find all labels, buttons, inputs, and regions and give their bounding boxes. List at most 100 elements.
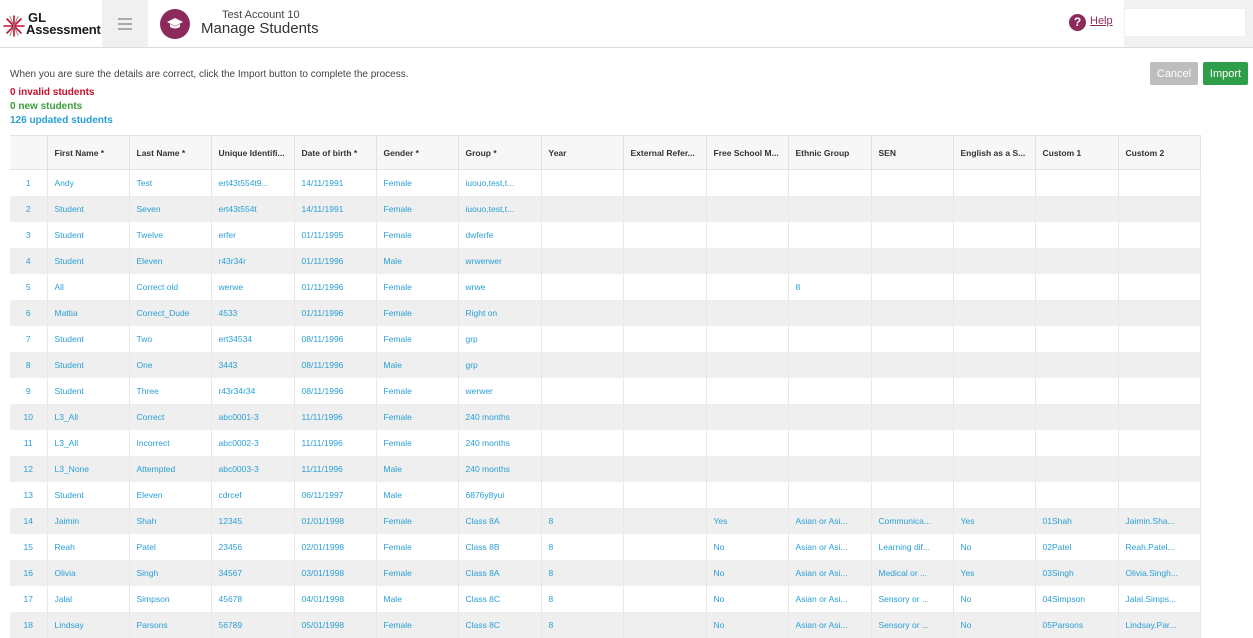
column-header[interactable]: Group * — [458, 135, 542, 170]
column-header[interactable]: Unique Identifi... — [211, 135, 295, 170]
table-cell[interactable]: 06/11/1997 — [294, 481, 377, 508]
table-cell[interactable]: Female — [376, 403, 459, 430]
table-cell[interactable]: 05Parsons — [1035, 611, 1119, 638]
table-cell[interactable]: Olivia.Singh... — [1118, 559, 1201, 586]
table-cell[interactable]: Female — [376, 221, 459, 248]
table-cell[interactable]: Male — [376, 481, 459, 508]
table-cell[interactable]: 01/11/1996 — [294, 273, 377, 300]
table-cell[interactable] — [706, 351, 789, 378]
table-cell[interactable]: Student — [47, 195, 130, 222]
table-cell[interactable] — [623, 611, 707, 638]
table-cell[interactable]: cdrcef — [211, 481, 295, 508]
table-cell[interactable]: Female — [376, 195, 459, 222]
table-cell[interactable] — [788, 247, 872, 274]
table-cell[interactable] — [788, 221, 872, 248]
table-cell[interactable] — [871, 377, 954, 404]
table-cell[interactable] — [706, 299, 789, 326]
table-cell[interactable]: Eleven — [129, 247, 212, 274]
table-cell[interactable]: Singh — [129, 559, 212, 586]
table-cell[interactable]: 08/11/1996 — [294, 377, 377, 404]
table-cell[interactable]: Class 8A — [458, 559, 542, 586]
table-cell[interactable]: Incorrect — [129, 429, 212, 456]
table-cell[interactable]: 01/01/1998 — [294, 507, 377, 534]
table-cell[interactable] — [1035, 403, 1119, 430]
table-row[interactable]: 6 Mattia Correct_Dude 4533 01/11/1996 Female R… — [10, 299, 1201, 326]
table-cell[interactable]: Female — [376, 299, 459, 326]
table-cell[interactable]: 8 — [541, 559, 624, 586]
table-cell[interactable] — [1118, 325, 1201, 352]
table-cell[interactable] — [623, 559, 707, 586]
table-cell[interactable] — [871, 195, 954, 222]
table-cell[interactable]: 02Patel — [1035, 533, 1119, 560]
table-cell[interactable]: Female — [376, 273, 459, 300]
table-cell[interactable]: ert43t554t9... — [211, 169, 295, 196]
table-cell[interactable]: Student — [47, 247, 130, 274]
table-cell[interactable]: Asian or Asi... — [788, 533, 872, 560]
table-cell[interactable]: 56789 — [211, 611, 295, 638]
table-cell[interactable]: Female — [376, 559, 459, 586]
table-cell[interactable] — [1118, 273, 1201, 300]
table-cell[interactable] — [788, 299, 872, 326]
table-cell[interactable] — [953, 377, 1036, 404]
table-cell[interactable]: Class 8C — [458, 585, 542, 612]
table-row[interactable]: 5 All Correct old werwe 01/11/1996 Female wrwe… — [10, 273, 1201, 300]
table-cell[interactable]: Two — [129, 325, 212, 352]
table-cell[interactable]: 08/11/1996 — [294, 351, 377, 378]
table-cell[interactable] — [953, 481, 1036, 508]
table-cell[interactable]: One — [129, 351, 212, 378]
table-cell[interactable]: Olivia — [47, 559, 130, 586]
table-cell[interactable]: Class 8C — [458, 611, 542, 638]
table-cell[interactable]: Right on — [458, 299, 542, 326]
table-cell[interactable]: 02/01/1998 — [294, 533, 377, 560]
table-cell[interactable] — [1118, 429, 1201, 456]
table-cell[interactable]: 11/11/1996 — [294, 429, 377, 456]
table-cell[interactable] — [623, 533, 707, 560]
table-cell[interactable]: 01/11/1996 — [294, 247, 377, 274]
table-cell[interactable] — [623, 247, 707, 274]
table-cell[interactable]: Reah — [47, 533, 130, 560]
table-cell[interactable] — [1118, 403, 1201, 430]
table-cell[interactable]: 240 months — [458, 403, 542, 430]
table-cell[interactable] — [953, 299, 1036, 326]
table-cell[interactable] — [623, 299, 707, 326]
table-cell[interactable]: 8 — [541, 507, 624, 534]
table-cell[interactable] — [1035, 247, 1119, 274]
table-cell[interactable] — [871, 455, 954, 482]
table-cell[interactable]: 03/01/1998 — [294, 559, 377, 586]
table-cell[interactable]: Yes — [953, 559, 1036, 586]
table-cell[interactable] — [623, 325, 707, 352]
table-cell[interactable] — [871, 429, 954, 456]
column-header[interactable]: Date of birth * — [294, 135, 377, 170]
table-cell[interactable]: Asian or Asi... — [788, 559, 872, 586]
table-cell[interactable] — [788, 169, 872, 196]
table-cell[interactable] — [541, 481, 624, 508]
table-cell[interactable] — [1118, 351, 1201, 378]
table-cell[interactable]: Three — [129, 377, 212, 404]
table-row[interactable]: 7 Student Two ert34534 08/11/1996 Female grp — [10, 325, 1201, 352]
table-cell[interactable]: Jaimin.Sha... — [1118, 507, 1201, 534]
table-cell[interactable]: Male — [376, 351, 459, 378]
table-row[interactable]: 8 Student One 3443 08/11/1996 Male grp — [10, 351, 1201, 378]
table-cell[interactable] — [706, 325, 789, 352]
table-cell[interactable] — [623, 221, 707, 248]
table-cell[interactable]: 34567 — [211, 559, 295, 586]
table-cell[interactable] — [788, 403, 872, 430]
table-row[interactable]: 9 Student Three r43r34r34 08/11/1996 Female we… — [10, 377, 1201, 404]
table-row[interactable]: 13 Student Eleven cdrcef 06/11/1997 Male 6876y… — [10, 481, 1201, 508]
table-cell[interactable] — [623, 455, 707, 482]
table-cell[interactable]: r43r34r34 — [211, 377, 295, 404]
table-cell[interactable]: 8 — [541, 611, 624, 638]
table-cell[interactable]: Female — [376, 533, 459, 560]
table-cell[interactable] — [1118, 299, 1201, 326]
table-cell[interactable]: Test — [129, 169, 212, 196]
table-cell[interactable] — [953, 325, 1036, 352]
table-cell[interactable]: 4533 — [211, 299, 295, 326]
table-cell[interactable]: Student — [47, 481, 130, 508]
table-cell[interactable] — [953, 403, 1036, 430]
table-cell[interactable] — [1035, 273, 1119, 300]
table-cell[interactable]: 08/11/1996 — [294, 325, 377, 352]
table-cell[interactable]: Lindsay.Par... — [1118, 611, 1201, 638]
table-cell[interactable] — [541, 221, 624, 248]
table-cell[interactable]: abc0003-3 — [211, 455, 295, 482]
table-cell[interactable]: Parsons — [129, 611, 212, 638]
